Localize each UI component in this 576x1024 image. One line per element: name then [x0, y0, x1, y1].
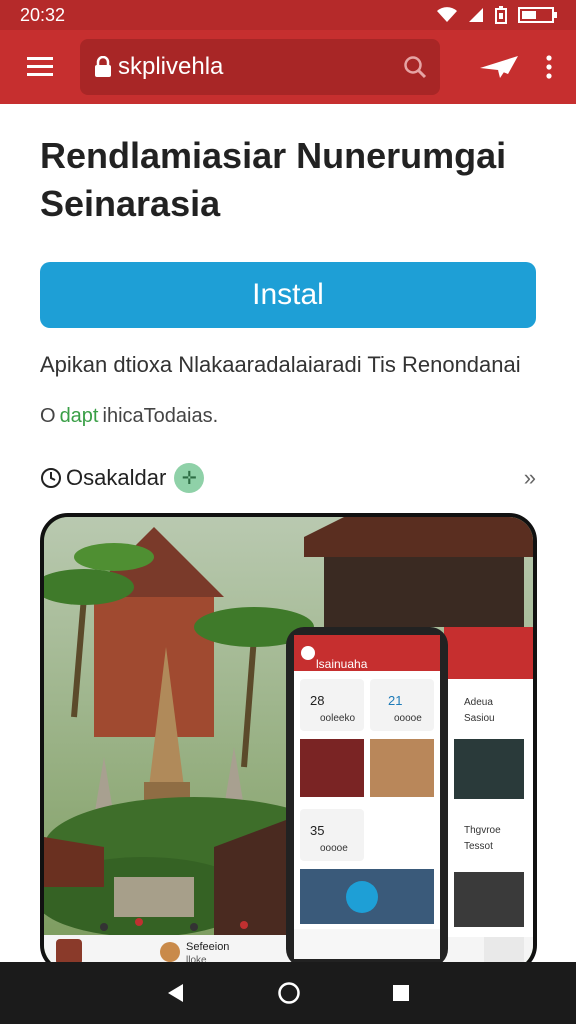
- more-options-icon[interactable]: [546, 55, 552, 79]
- battery-icon: [518, 7, 557, 23]
- app-screenshot[interactable]: lsainuaha 28 ooleeko 21 ooooe 35 ooooe A…: [40, 513, 537, 973]
- send-icon[interactable]: [478, 54, 524, 80]
- mock-side-label-3: Thgvroe: [464, 825, 501, 836]
- back-icon[interactable]: [165, 982, 187, 1004]
- status-time: 20:32: [20, 4, 66, 25]
- battery-saver-icon: [495, 6, 507, 24]
- install-button[interactable]: Instal: [40, 262, 536, 328]
- tag-prefix: O: [40, 405, 56, 427]
- search-icon[interactable]: [402, 54, 428, 80]
- mock-bottom-label: Sefeeion: [186, 941, 230, 953]
- system-nav-bar: [0, 962, 576, 1024]
- tag-rest-text: ihicaTodaias.: [102, 405, 219, 427]
- hamburger-menu-icon: [27, 57, 53, 76]
- home-icon[interactable]: [277, 981, 301, 1005]
- app-description: Apikan dtioxa Nlakaaradalaiaradi Tis Ren…: [40, 352, 521, 377]
- search-bar[interactable]: skplivehla: [80, 39, 440, 95]
- lock-icon: [95, 56, 111, 77]
- mock-side-label-1: Adeua: [464, 697, 493, 708]
- tag-line: Odapt ihicaTodaias.: [40, 405, 218, 428]
- status-bar: 20:32: [0, 0, 576, 30]
- recents-icon[interactable]: [391, 983, 411, 1003]
- mock-stat-3-label: ooooe: [320, 843, 348, 854]
- mock-stat-1-value: 28: [310, 693, 325, 708]
- screenshots-section-header[interactable]: Osakaldar ✛ »: [40, 460, 536, 496]
- menu-button[interactable]: [0, 30, 80, 104]
- plus-badge-icon: ✛: [174, 463, 205, 493]
- status-icons: [436, 6, 558, 24]
- mock-title: lsainuaha: [316, 657, 368, 671]
- screenshot-illustration: [44, 517, 533, 969]
- section-label: Osakaldar: [66, 465, 167, 490]
- app-title: Rendlamiasiar Nunerumgai Seinarasia: [40, 135, 507, 224]
- mock-side-label-4: Tessot: [464, 841, 493, 852]
- app-bar-actions: [478, 54, 576, 80]
- clock-icon: [41, 468, 61, 488]
- mock-stat-2-value: 21: [388, 693, 403, 708]
- mock-stat-2-label: ooooe: [394, 713, 422, 724]
- mock-side-label-2: Sasiou: [464, 713, 495, 724]
- app-bar: skplivehla: [0, 30, 576, 104]
- chevron-right-icon[interactable]: »: [524, 465, 536, 491]
- tag-green-text: dapt: [59, 405, 99, 427]
- search-text: skplivehla: [118, 53, 224, 80]
- signal-icon: [469, 8, 483, 22]
- mock-stat-3-value: 35: [310, 823, 325, 838]
- wifi-icon: [437, 7, 457, 22]
- mock-stat-1-label: ooleeko: [320, 713, 356, 724]
